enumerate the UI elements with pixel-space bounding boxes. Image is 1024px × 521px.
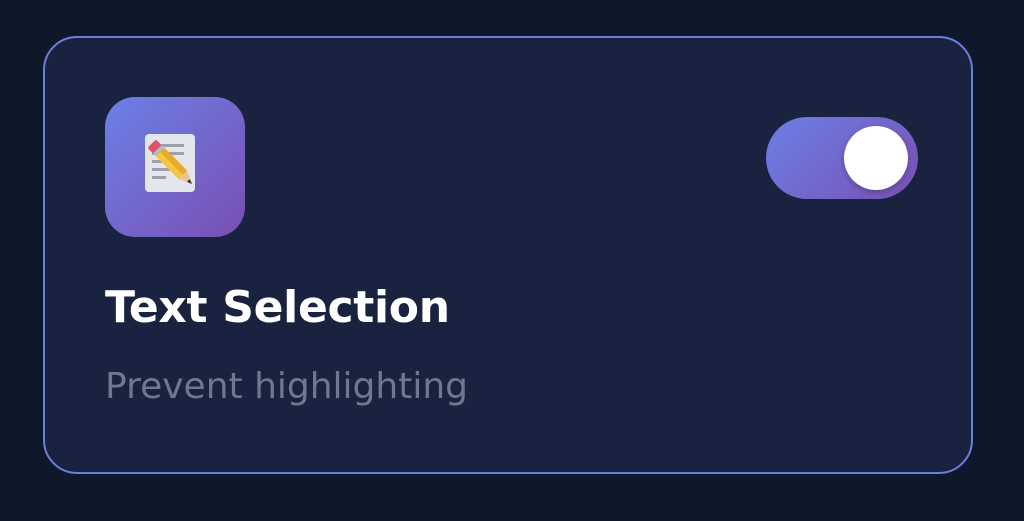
setting-card: Text Selection Prevent highlighting [43, 36, 973, 474]
setting-description: Prevent highlighting [105, 366, 469, 407]
setting-title: Text Selection [105, 282, 450, 333]
text-selection-toggle[interactable] [766, 117, 918, 199]
memo-pencil-icon [105, 97, 245, 237]
toggle-knob[interactable] [844, 126, 908, 190]
